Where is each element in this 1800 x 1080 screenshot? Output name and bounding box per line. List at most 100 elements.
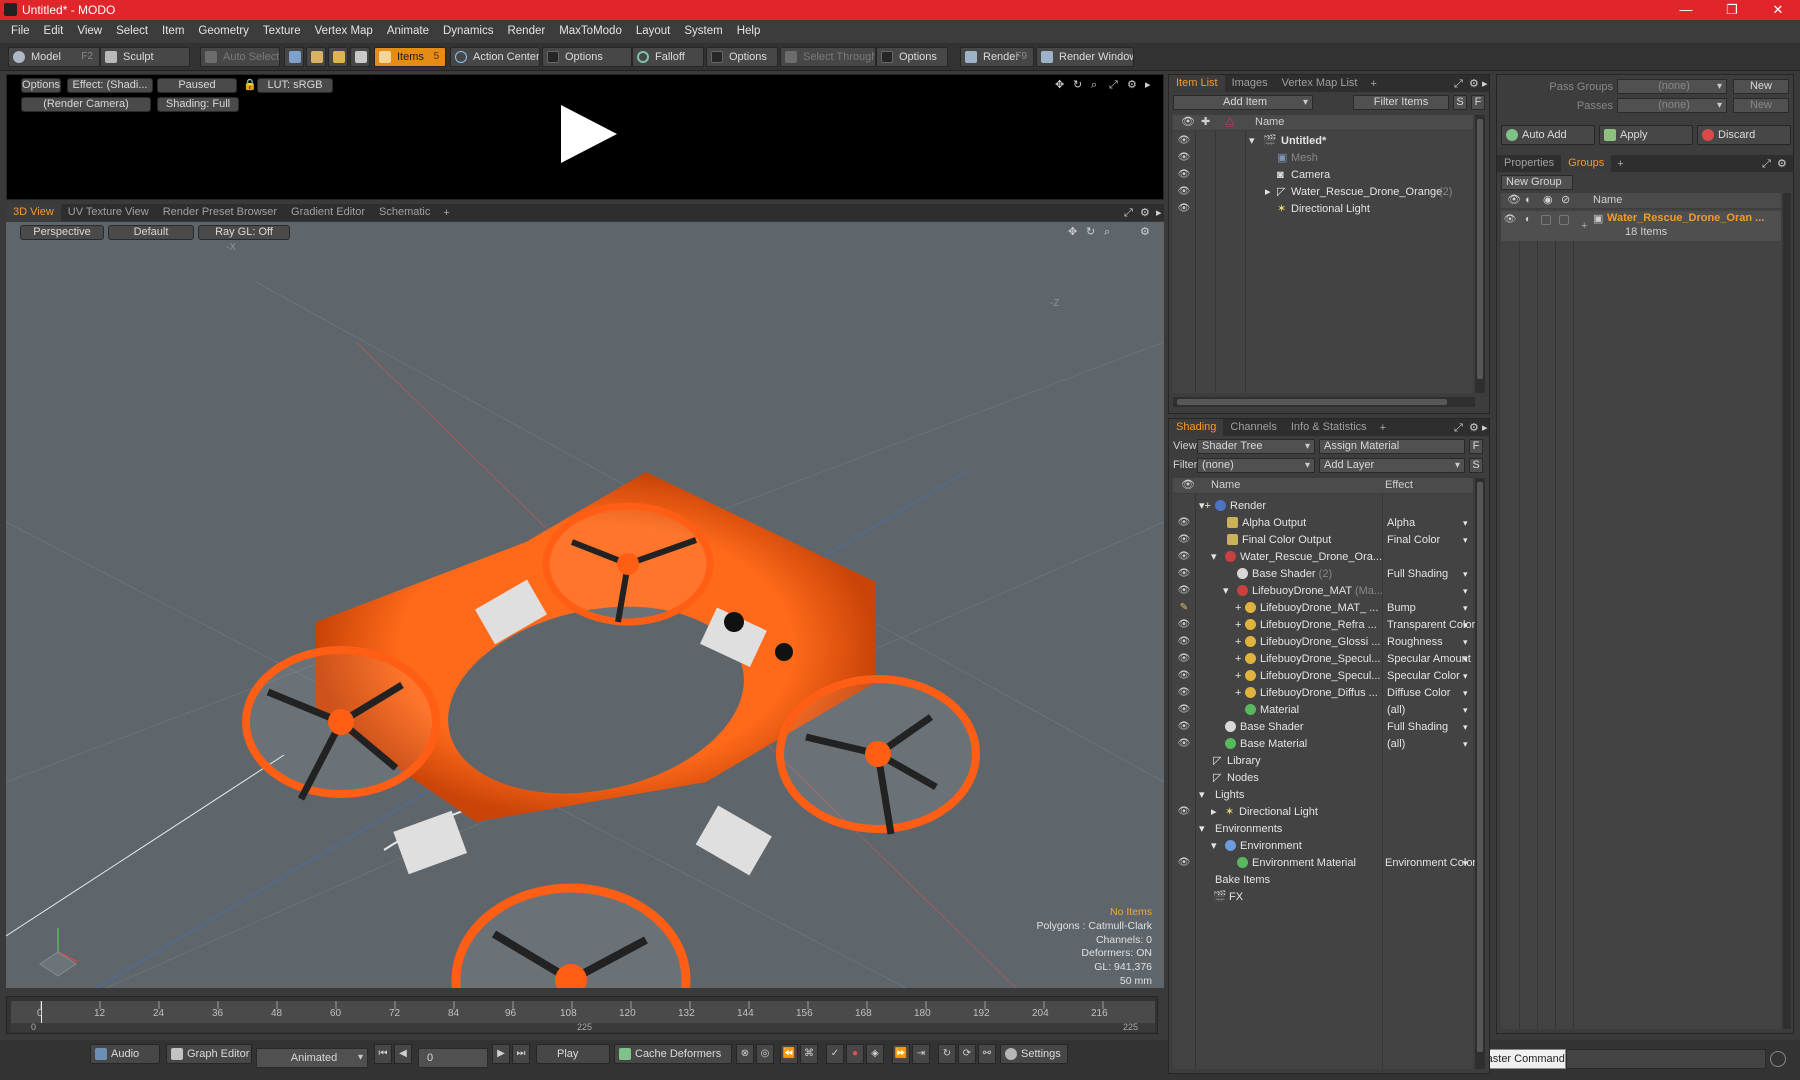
item-row-camera[interactable]: 👁 ◙ Camera (1173, 167, 1473, 184)
keyframe-icon[interactable]: ✓ (826, 1044, 844, 1064)
zoom-icon[interactable]: ⌕ (1091, 79, 1097, 91)
shader-row-nodes[interactable]: ◸ Nodes (1173, 770, 1473, 787)
menu-help[interactable]: Help (730, 25, 768, 37)
gear-icon[interactable]: ⚙ (1127, 79, 1137, 91)
tab-vertex-map-list[interactable]: Vertex Map List (1275, 75, 1365, 92)
visibility-eye-icon[interactable]: 👁 (1177, 703, 1191, 717)
record-keys-icon[interactable]: ⊗ (736, 1044, 754, 1064)
falloff-options-button[interactable]: Options (706, 47, 778, 67)
auto-key-icon[interactable]: ◎ (756, 1044, 774, 1064)
command-history-icon[interactable] (1770, 1051, 1786, 1067)
render-toggle-icon[interactable]: ◐ (1521, 213, 1535, 227)
assign-material-button[interactable]: Assign Material (1319, 439, 1465, 454)
visibility-eye-icon[interactable]: 👁 (1177, 168, 1191, 182)
play-icon[interactable] (555, 101, 621, 167)
audio-button[interactable]: Audio (90, 1044, 160, 1064)
maximize-panel-icon[interactable]: ⤢ (1454, 422, 1463, 434)
timeline[interactable]: 0 12 24 36 48 60 72 84 96 108 120 132 14… (6, 996, 1158, 1034)
menu-animate[interactable]: Animate (380, 25, 436, 37)
viewport-gear-icon[interactable]: ⚙ (1140, 226, 1150, 238)
tab-gradient-editor[interactable]: Gradient Editor (284, 204, 372, 221)
menu-system[interactable]: System (677, 25, 729, 37)
tab-uv-texture-view[interactable]: UV Texture View (61, 204, 156, 221)
visibility-eye-icon[interactable]: 👁 (1177, 550, 1191, 564)
minimize-button[interactable]: — (1663, 0, 1709, 20)
preview-effect-dropdown[interactable]: Effect: (Shadi... (67, 78, 153, 93)
pan-icon[interactable]: ✥ (1055, 79, 1064, 91)
animated-dropdown[interactable]: Animated (256, 1048, 368, 1068)
rotate-icon[interactable]: ↻ (1086, 226, 1095, 238)
maximize-button[interactable]: ❐ (1709, 0, 1755, 20)
expand-plus-icon[interactable]: + (1235, 668, 1241, 685)
scroll-thumb[interactable] (1477, 482, 1483, 1052)
visibility-eye-icon[interactable]: 👁 (1177, 635, 1191, 649)
effect-dropdown-arrow-icon[interactable]: ▾ (1463, 702, 1468, 719)
menu-layout[interactable]: Layout (629, 25, 678, 37)
menu-render[interactable]: Render (500, 25, 552, 37)
item-list-hscrollbar[interactable] (1173, 397, 1475, 407)
preview-paused-button[interactable]: Paused (157, 78, 237, 93)
perspective-dropdown[interactable]: Perspective (20, 225, 104, 240)
effect-dropdown-arrow-icon[interactable]: ▾ (1463, 855, 1468, 872)
action-center-options-button[interactable]: Options (542, 47, 632, 67)
add-item-dropdown[interactable]: Add Item (1173, 95, 1313, 110)
preview-lut-dropdown[interactable]: LUT: sRGB (257, 78, 333, 93)
visibility-eye-icon[interactable]: 👁 (1177, 151, 1191, 165)
visibility-eye-icon[interactable]: 👁 (1177, 134, 1191, 148)
shader-row-texture-specular-color[interactable]: 👁 + LifebuoyDrone_Specul... Specular Color ▾ (1173, 668, 1473, 685)
timeline-range-bar[interactable]: 0 225 225 (11, 1022, 1155, 1032)
step-back-icon[interactable]: ◀ (394, 1044, 412, 1064)
tab-shading[interactable]: Shading (1169, 419, 1224, 436)
expand-arrow-icon[interactable]: ▸ (1265, 184, 1271, 201)
new-group-button[interactable]: New Group (1501, 175, 1573, 190)
key-set-icon[interactable]: ◈ (866, 1044, 884, 1064)
menu-select[interactable]: Select (109, 25, 155, 37)
effect-dropdown-arrow-icon[interactable]: ▾ (1463, 651, 1468, 668)
zoom-icon[interactable]: ⌕ (1104, 226, 1110, 238)
add-tab-icon[interactable]: + (437, 207, 455, 219)
effect-dropdown-arrow-icon[interactable]: ▾ (1463, 736, 1468, 753)
current-frame-input[interactable]: 0 (418, 1048, 488, 1068)
sculpt-button[interactable]: Sculpt (100, 47, 190, 67)
shading-filter-dropdown[interactable]: (none) (1197, 458, 1315, 473)
next-key-icon[interactable]: ⏩ (892, 1044, 910, 1064)
expand-plus-icon[interactable]: + (1235, 651, 1241, 668)
visibility-eye-icon[interactable]: 👁 (1177, 805, 1191, 819)
chevron-right-icon[interactable]: ▸ (1145, 79, 1151, 91)
chevron-right-icon[interactable]: ▸ (1482, 78, 1488, 90)
expand-arrow-icon[interactable]: ▾ (1223, 583, 1229, 600)
expand-plus-icon[interactable]: + (1235, 634, 1241, 651)
expand-arrow-icon[interactable]: ▾+ (1199, 498, 1211, 515)
default-style-dropdown[interactable]: Default (108, 225, 194, 240)
filter-s-button[interactable]: S (1453, 95, 1467, 110)
expand-plus-icon[interactable]: + (1235, 600, 1241, 617)
menu-item[interactable]: Item (155, 25, 191, 37)
tab-info-statistics[interactable]: Info & Statistics (1284, 419, 1374, 436)
edges-mode-button[interactable] (306, 47, 326, 67)
group-row-water-rescue-drone[interactable]: 👁 ◐ + ▣ Water_Rescue_Drone_Oran ... 18 I… (1501, 211, 1781, 241)
shader-row-environment[interactable]: ▾ Environment (1173, 838, 1473, 855)
tab-render-preset-browser[interactable]: Render Preset Browser (156, 204, 284, 221)
visibility-eye-icon[interactable]: 👁 (1177, 669, 1191, 683)
shader-row-bake-items[interactable]: Bake Items (1173, 872, 1473, 889)
settings-button[interactable]: Settings (1000, 1044, 1068, 1064)
visibility-eye-icon[interactable]: 👁 (1177, 856, 1191, 870)
item-row-untitled[interactable]: 👁 ▾ 🎬 Untitled* (1173, 133, 1473, 150)
shader-row-texture-refraction[interactable]: 👁 + LifebuoyDrone_Refra ... Transparent Col… (1173, 617, 1475, 634)
effect-dropdown-arrow-icon[interactable]: ▾ (1463, 583, 1468, 600)
tab-channels[interactable]: Channels (1223, 419, 1283, 436)
effect-dropdown-arrow-icon[interactable]: ▾ (1463, 515, 1468, 532)
effect-dropdown-arrow-icon[interactable]: ▾ (1463, 668, 1468, 685)
graph-editor-button[interactable]: Graph Editor (166, 1044, 252, 1064)
expand-arrow-icon[interactable]: ▾ (1199, 787, 1205, 804)
materials-mode-button[interactable] (350, 47, 370, 67)
sync-icon[interactable]: ⟳ (958, 1044, 976, 1064)
tab-properties[interactable]: Properties (1497, 155, 1561, 172)
shader-row-base-shader-2[interactable]: 👁 Base Shader (2) Full Shading ▾ (1173, 566, 1473, 583)
select-toggle-icon[interactable] (1559, 215, 1569, 225)
visibility-eye-icon[interactable]: 👁 (1177, 516, 1191, 530)
visibility-eye-icon[interactable]: 👁 (1177, 567, 1191, 581)
record-icon[interactable]: ● (846, 1044, 864, 1064)
menu-vertex-map[interactable]: Vertex Map (308, 25, 380, 37)
visibility-eye-icon[interactable]: 👁 (1177, 686, 1191, 700)
